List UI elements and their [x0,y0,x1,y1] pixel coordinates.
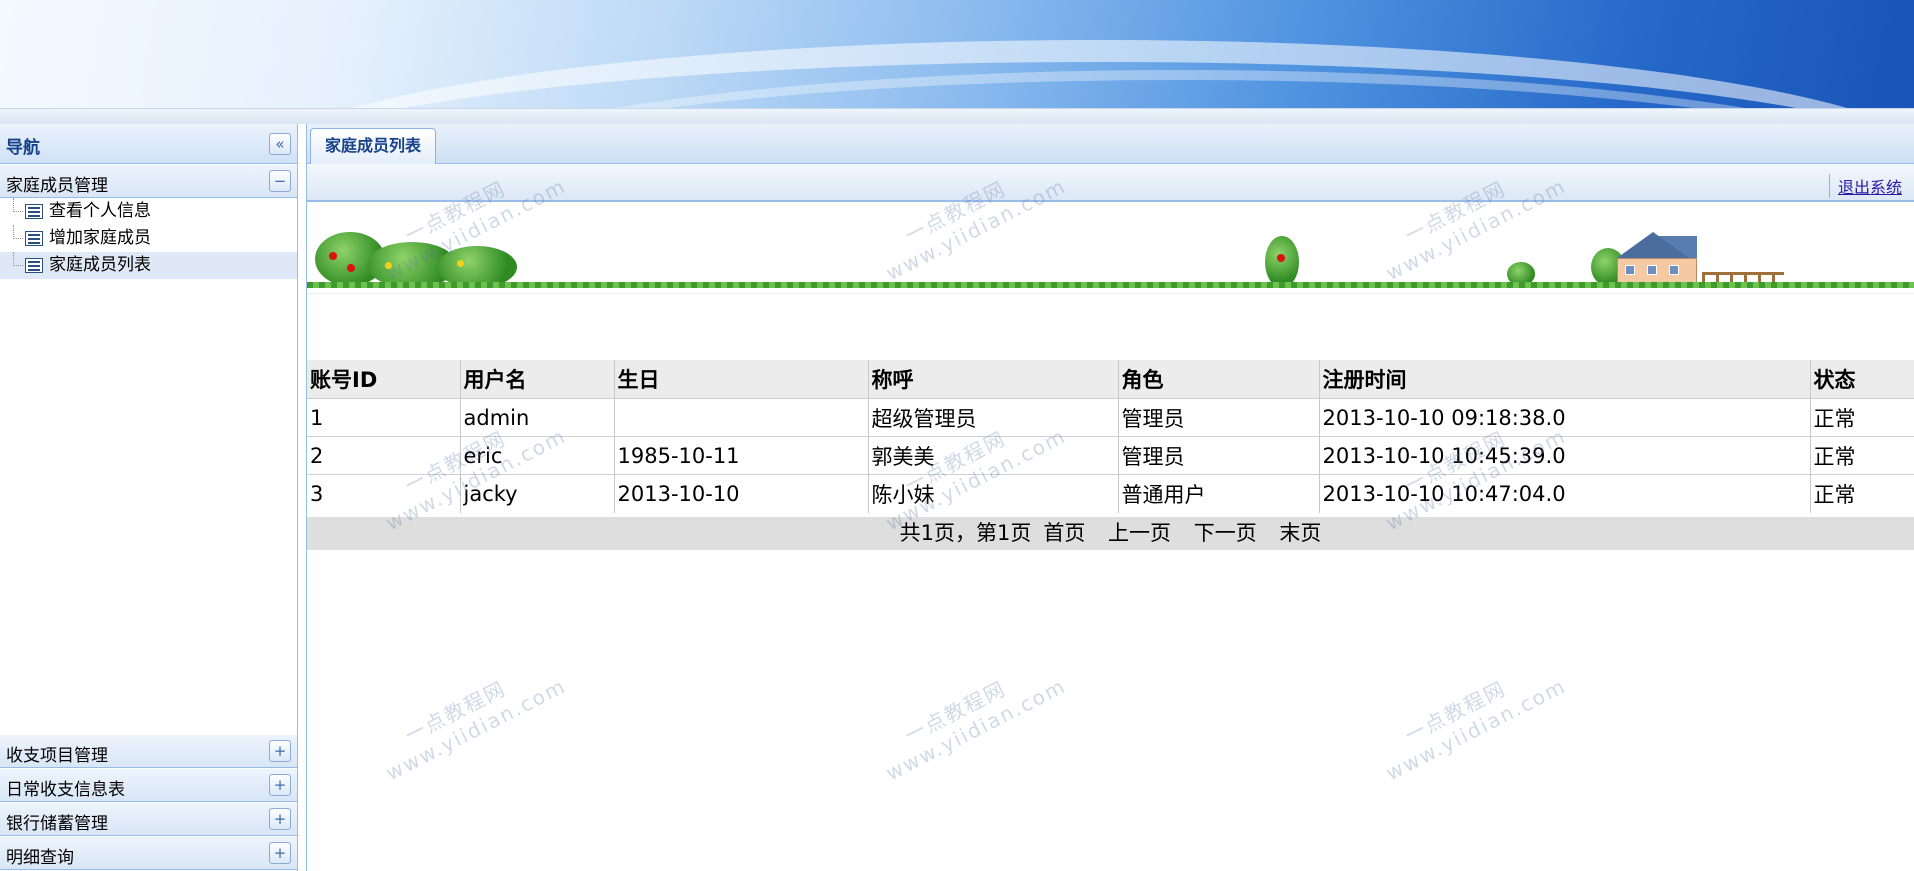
accordion-label: 日常收支信息表 [6,780,125,800]
cell-register-time: 2013-10-10 10:45:39.0 [1319,436,1811,475]
expand-plus-icon[interactable]: + [269,808,291,830]
berry-dot [1277,254,1285,262]
cell-register-time: 2013-10-10 09:18:38.0 [1319,398,1811,437]
accordion-header-daily-records[interactable]: 日常收支信息表 + [0,768,297,802]
tree-branch-line [13,252,23,266]
member-table: 账号ID 用户名 生日 称呼 角色 注册时间 状态 1 admin 超级管理员 … [307,360,1914,513]
nav-panel: 导航 « 家庭成员管理 − 查看个人信息 增加家庭成员 家庭成员列表 收支项目管… [0,124,298,871]
tree-item-add-member[interactable]: 增加家庭成员 [0,225,297,252]
house-illustration [1607,232,1699,286]
table-row[interactable]: 3 jacky 2013-10-10 陈小妹 普通用户 2013-10-10 1… [307,474,1914,513]
list-page-icon [25,231,43,246]
table-row[interactable]: 2 eric 1985-10-11 郭美美 管理员 2013-10-10 10:… [307,436,1914,475]
table-header-row: 账号ID 用户名 生日 称呼 角色 注册时间 状态 [307,360,1914,399]
cell-role: 普通用户 [1118,474,1320,513]
decorative-garden-banner [307,202,1914,294]
double-chevron-left-icon[interactable]: « [269,133,291,155]
tree-branch-line [13,225,23,239]
expand-plus-icon[interactable]: + [269,842,291,864]
nav-title: 导航 [6,138,40,158]
banner-divider [0,108,1914,124]
pagination-bar: 共1页，第1页 首页 上一页 下一页 末页 [307,516,1914,550]
berry-dot [347,264,355,272]
table-row[interactable]: 1 admin 超级管理员 管理员 2013-10-10 09:18:38.0 … [307,398,1914,437]
first-page-link[interactable]: 首页 [1043,521,1085,545]
cell-status: 正常 [1810,436,1914,475]
pagination-info: 共1页，第1页 [899,520,1032,545]
main-panel: 家庭成员列表 退出系统 账号ID 用户名 生日 称呼 角色 注册时间 状态 1 … [306,124,1914,871]
cell-role: 管理员 [1118,398,1320,437]
cell-status: 正常 [1810,474,1914,513]
nav-tree: 查看个人信息 增加家庭成员 家庭成员列表 [0,198,297,734]
cell-register-time: 2013-10-10 10:47:04.0 [1319,474,1811,513]
tree-item-member-list[interactable]: 家庭成员列表 [0,252,297,279]
logout-link[interactable]: 退出系统 [1828,174,1902,198]
column-header-birthday[interactable]: 生日 [614,360,869,399]
tree-illustration [1265,236,1299,288]
accordion-label: 家庭成员管理 [6,176,108,196]
house-window [1669,265,1679,275]
cell-title: 陈小妹 [868,474,1119,513]
tree-item-view-profile[interactable]: 查看个人信息 [0,198,297,225]
tree-item-label: 增加家庭成员 [49,228,151,248]
last-page-link[interactable]: 末页 [1279,521,1321,545]
cell-title: 超级管理员 [868,398,1119,437]
cell-account-id: 3 [307,474,461,513]
column-header-status[interactable]: 状态 [1810,360,1914,399]
accordion-header-family-members[interactable]: 家庭成员管理 − [0,164,297,198]
accordion-header-income-expense-items[interactable]: 收支项目管理 + [0,734,297,768]
accordion-label: 银行储蓄管理 [6,814,108,834]
expand-plus-icon[interactable]: + [269,774,291,796]
cell-birthday: 2013-10-10 [614,474,869,513]
house-roof [1617,232,1689,258]
accordion-label: 明细查询 [6,848,74,868]
house-window [1647,265,1657,275]
cell-status: 正常 [1810,398,1914,437]
collapse-minus-icon[interactable]: − [269,170,291,192]
grass-strip [307,282,1914,288]
cell-username: admin [460,398,615,437]
app-banner [0,0,1914,110]
tab-strip: 家庭成员列表 [307,124,1914,164]
column-header-register-time[interactable]: 注册时间 [1319,360,1811,399]
cell-birthday: 1985-10-11 [614,436,869,475]
tree-item-label: 家庭成员列表 [49,255,151,275]
berry-dot [329,252,337,260]
next-page-link[interactable]: 下一页 [1194,521,1257,545]
column-header-title[interactable]: 称呼 [868,360,1119,399]
list-page-icon [25,258,43,273]
cell-birthday [614,398,869,437]
prev-page-link[interactable]: 上一页 [1108,521,1171,545]
cell-account-id: 2 [307,436,461,475]
expand-plus-icon[interactable]: + [269,740,291,762]
nav-panel-header: 导航 « [0,124,297,164]
house-window [1625,265,1635,275]
flower-dot [457,260,464,267]
list-page-icon [25,204,43,219]
column-header-username[interactable]: 用户名 [460,360,615,399]
cell-account-id: 1 [307,398,461,437]
column-header-role[interactable]: 角色 [1118,360,1320,399]
flower-dot [385,262,392,269]
cell-username: eric [460,436,615,475]
tab-member-list[interactable]: 家庭成员列表 [310,128,437,164]
cell-title: 郭美美 [868,436,1119,475]
accordion-header-detail-query[interactable]: 明细查询 + [0,836,297,870]
tree-item-label: 查看个人信息 [49,201,151,221]
tree-branch-line [13,198,23,212]
accordion-label: 收支项目管理 [6,746,108,766]
cell-role: 管理员 [1118,436,1320,475]
content-toolbar: 退出系统 [307,164,1914,202]
cell-username: jacky [460,474,615,513]
accordion-header-bank-savings[interactable]: 银行储蓄管理 + [0,802,297,836]
column-header-account-id[interactable]: 账号ID [307,360,461,399]
